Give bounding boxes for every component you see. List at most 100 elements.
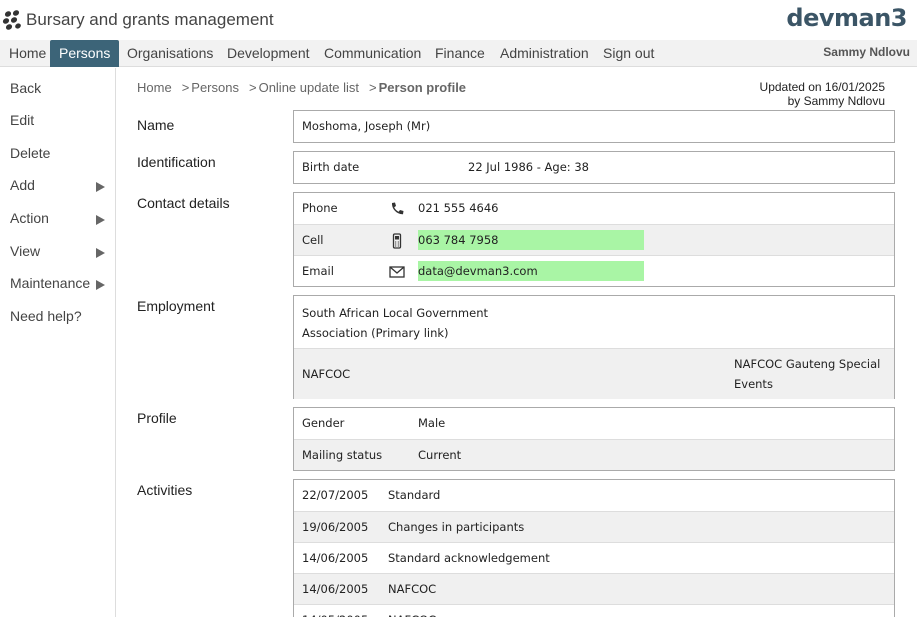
contact-box: Phone 021 555 4646 Cell 063 784 7958 Ema…	[293, 192, 895, 287]
sidebar-item-label: View	[10, 243, 41, 259]
employment-detail: NAFCOC Gauteng Special Events	[734, 354, 880, 394]
updated-by: by Sammy Ndlovu	[787, 94, 885, 108]
section-label-contact: Contact details	[137, 195, 230, 211]
employment-detail-line: NAFCOC Gauteng Special	[734, 357, 881, 371]
sidebar-item-label: Action	[10, 210, 49, 226]
submenu-arrow-icon	[96, 182, 105, 192]
cell-value-highlight[interactable]: 063 784 7958	[418, 230, 644, 250]
sidebar-item-edit[interactable]: Edit	[10, 112, 110, 132]
profile-row: Gender Male	[294, 408, 894, 439]
employment-org[interactable]: NAFCOC	[302, 349, 350, 399]
activity-date: 14/06/2005	[302, 582, 369, 596]
field-label: Phone	[302, 201, 338, 215]
sidebar: Back Edit Delete Add Action View Mainten…	[0, 68, 116, 617]
field-label: Email	[302, 264, 334, 278]
nav-communication[interactable]: Communication	[315, 40, 430, 67]
activity-text: Changes in participants	[388, 520, 525, 534]
sidebar-item-label: Maintenance	[10, 275, 91, 291]
field-label: Gender	[302, 416, 345, 430]
activity-row[interactable]: 22/07/2005 Standard	[294, 480, 894, 511]
birth-date-value: 22 Jul 1986 - Age: 38	[468, 160, 589, 174]
breadcrumb: Home > Persons > Online update list > Person p…	[137, 80, 468, 95]
brand-logo: devman3	[786, 4, 907, 32]
profile-box: Gender Male Mailing status Current	[293, 407, 895, 471]
field-label: Mailing status	[302, 448, 383, 462]
activity-row[interactable]: 14/05/2005 NAFCOC	[294, 604, 894, 617]
activity-text: NAFCOC	[388, 582, 437, 596]
activity-text: Standard acknowledgement	[388, 551, 550, 565]
name-box: Moshoma, Joseph (Mr)	[293, 110, 895, 143]
sidebar-item-add[interactable]: Add	[10, 177, 110, 197]
page-title: Person profile	[378, 80, 467, 95]
employment-org-line: South African Local Government	[302, 306, 488, 320]
breadcrumb-separator: >	[248, 80, 257, 95]
section-label-profile: Profile	[137, 410, 177, 426]
activity-date: 14/05/2005	[302, 605, 368, 617]
field-label: Cell	[302, 233, 324, 247]
submenu-arrow-icon	[96, 280, 105, 290]
identification-box: Birth date 22 Jul 1986 - Age: 38	[293, 151, 895, 184]
activity-date: 14/06/2005	[302, 551, 369, 565]
employment-detail-line: Events	[734, 377, 773, 391]
phone-icon	[391, 202, 404, 215]
activity-text: Standard	[388, 488, 441, 502]
contact-row: Email data@devman3.com	[294, 255, 894, 286]
section-label-activities: Activities	[137, 482, 193, 498]
section-label-identification: Identification	[137, 154, 216, 170]
contact-row: Phone 021 555 4646	[294, 193, 894, 224]
breadcrumb-persons[interactable]: Persons	[191, 80, 239, 95]
sidebar-item-label: Add	[10, 177, 35, 193]
breadcrumb-home[interactable]: Home	[137, 80, 172, 95]
phone-value[interactable]: 021 555 4646	[418, 193, 498, 224]
sidebar-item-label: Delete	[10, 145, 51, 161]
sidebar-item-action[interactable]: Action	[10, 210, 110, 230]
email-value[interactable]: data@devman3.com	[418, 261, 644, 281]
employment-row: NAFCOC NAFCOC Gauteng Special Events	[294, 348, 894, 399]
breadcrumb-separator: >	[181, 80, 190, 95]
app-header: Bursary and grants management devman3	[0, 0, 917, 40]
nav-finance[interactable]: Finance	[426, 40, 494, 67]
nav-sign-out[interactable]: Sign out	[594, 40, 663, 67]
contact-row: Cell 063 784 7958	[294, 224, 894, 255]
sidebar-item-view[interactable]: View	[10, 243, 110, 263]
mobile-icon	[392, 233, 402, 249]
submenu-arrow-icon	[96, 248, 105, 258]
employment-box: South African Local Government Associati…	[293, 295, 895, 399]
activity-row[interactable]: 19/06/2005 Changes in participants	[294, 511, 894, 542]
sidebar-item-back[interactable]: Back	[10, 80, 110, 100]
main-nav: Home Persons Organisations Development C…	[0, 40, 917, 67]
birth-date-row: Birth date 22 Jul 1986 - Age: 38	[294, 152, 894, 183]
field-label: Birth date	[302, 160, 360, 174]
activity-row[interactable]: 14/06/2005 NAFCOC	[294, 573, 894, 604]
email-value-highlight[interactable]: data@devman3.com	[418, 261, 644, 281]
breadcrumb-separator: >	[369, 80, 377, 95]
sidebar-item-delete[interactable]: Delete	[10, 145, 110, 165]
mailing-status-value: Current	[418, 448, 462, 462]
gender-value: Male	[418, 416, 446, 430]
activity-date: 19/06/2005	[302, 520, 369, 534]
devman-logo-icon	[2, 10, 21, 30]
current-user: Sammy Ndlovu	[823, 45, 910, 59]
cell-value[interactable]: 063 784 7958	[418, 230, 644, 250]
sidebar-item-label: Edit	[10, 112, 35, 128]
nav-organisations[interactable]: Organisations	[118, 40, 222, 67]
activity-text: NAFCOC	[388, 605, 436, 617]
nav-persons[interactable]: Persons	[50, 40, 120, 67]
section-label-employment: Employment	[137, 298, 215, 314]
activity-date: 22/07/2005	[302, 488, 369, 502]
sidebar-item-need-help[interactable]: Need help?	[10, 308, 110, 328]
person-name: Moshoma, Joseph (Mr)	[302, 119, 431, 133]
employment-org-line: Association (Primary link)	[302, 326, 449, 340]
sidebar-item-maintenance[interactable]: Maintenance	[10, 275, 110, 295]
section-label-name: Name	[137, 117, 175, 133]
nav-administration[interactable]: Administration	[491, 40, 598, 67]
email-icon	[389, 266, 405, 278]
sidebar-item-label: Back	[10, 80, 42, 96]
nav-development[interactable]: Development	[218, 40, 319, 67]
profile-row: Mailing status Current	[294, 439, 894, 470]
employment-org[interactable]: South African Local Government Associati…	[302, 303, 488, 343]
name-row: Moshoma, Joseph (Mr)	[294, 111, 894, 142]
activity-row[interactable]: 14/06/2005 Standard acknowledgement	[294, 542, 894, 573]
breadcrumb-online-update-list[interactable]: Online update list	[259, 80, 359, 95]
nav-home[interactable]: Home	[0, 40, 55, 67]
